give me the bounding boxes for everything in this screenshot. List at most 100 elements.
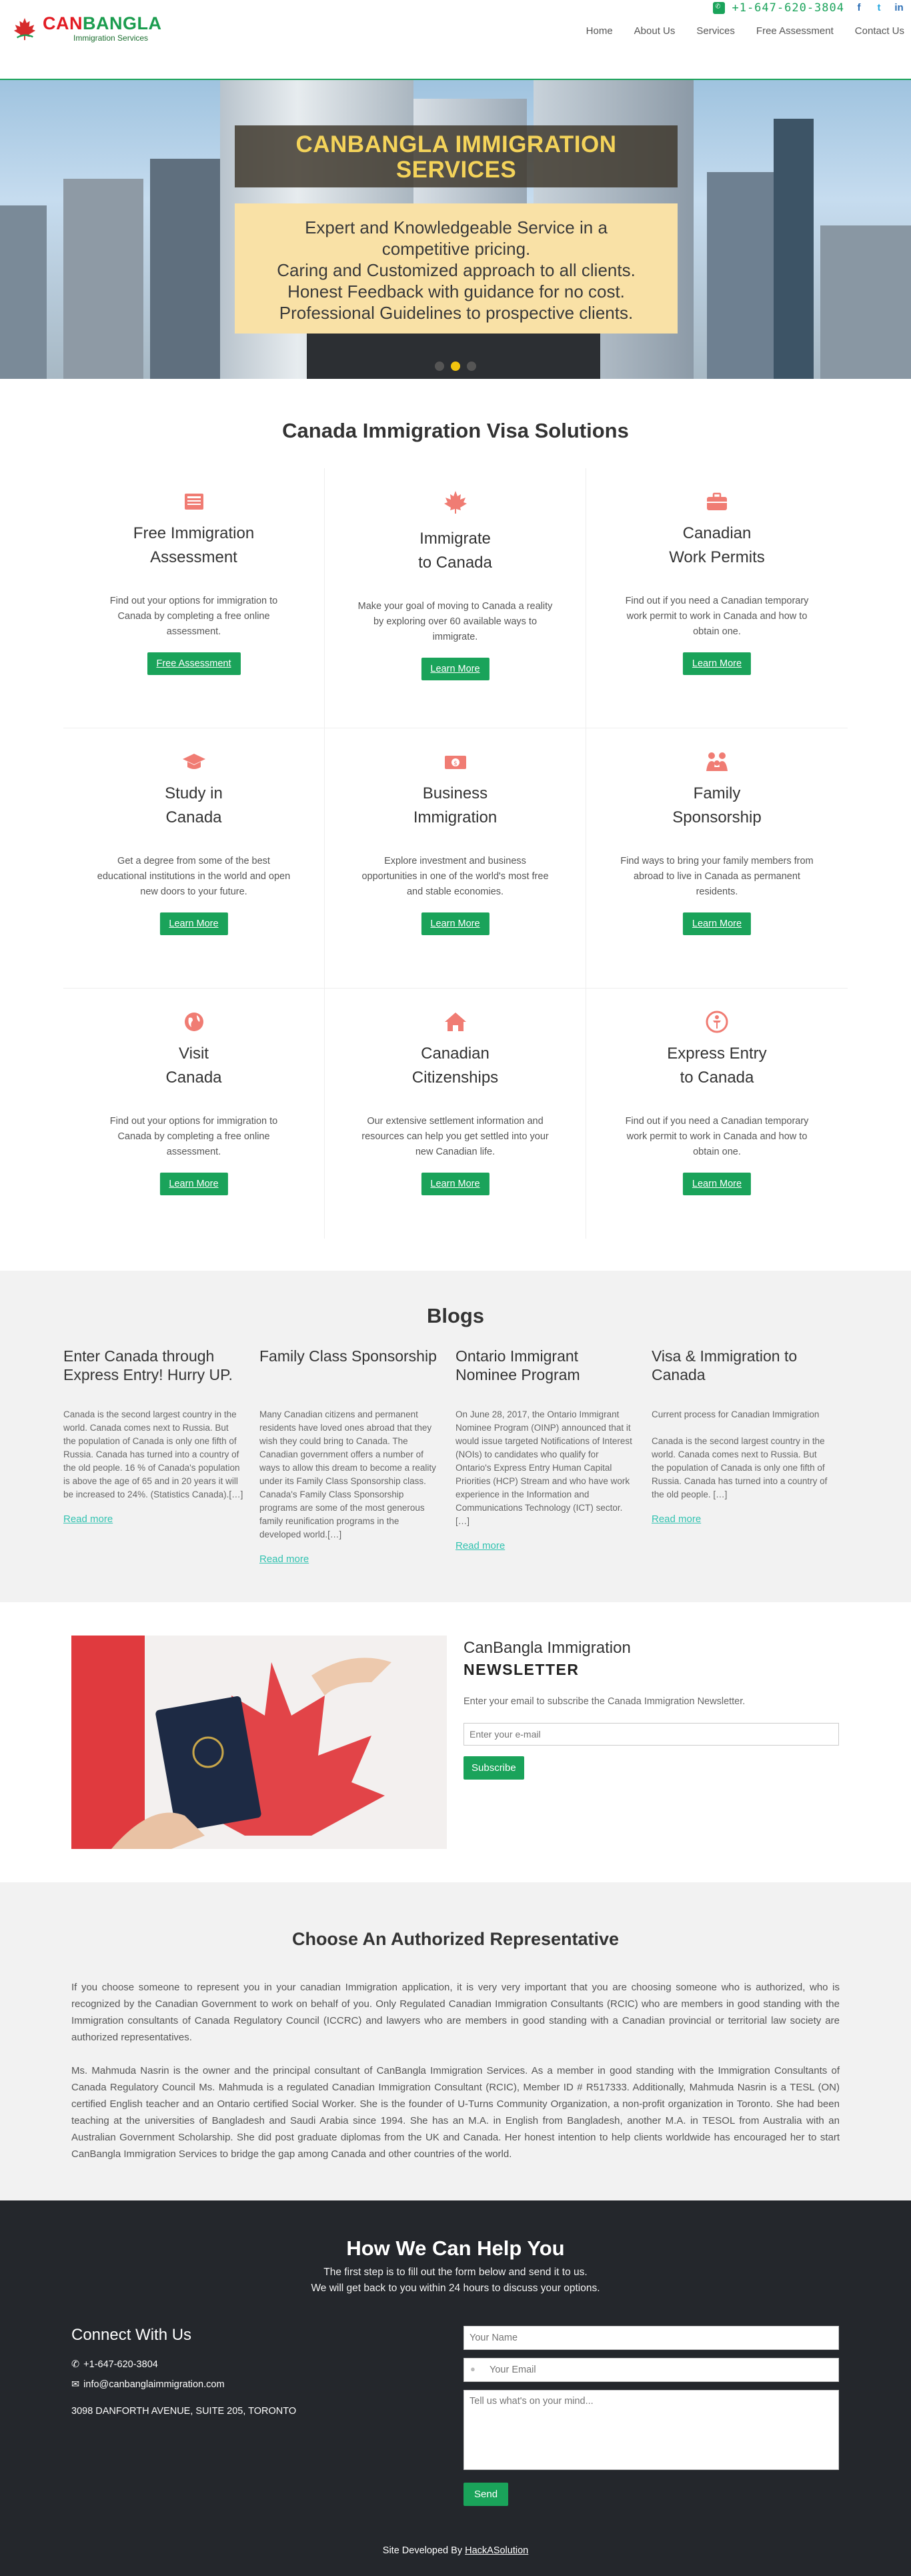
compass-icon <box>706 1011 728 1033</box>
message-textarea[interactable] <box>464 2390 839 2470</box>
email-input[interactable] <box>464 2358 839 2382</box>
hero-line: Professional Guidelines to prospective c… <box>279 303 634 323</box>
card-title-line-1: Immigrate <box>419 530 491 548</box>
facebook-icon[interactable]: f <box>854 3 864 13</box>
card-title[interactable]: Canadian Work Permits <box>586 522 848 570</box>
blog-title[interactable]: Enter Canada through Express Entry! Hurr… <box>63 1347 243 1408</box>
read-more-link[interactable]: Read more <box>259 1553 439 1565</box>
blog-excerpt: Many Canadian citizens and permanent res… <box>259 1409 436 1539</box>
card-description: Find out if you need a Canadian temporar… <box>625 1116 809 1157</box>
card-title[interactable]: Family Sponsorship <box>586 782 848 830</box>
card-button[interactable]: Learn More <box>421 1173 490 1195</box>
service-card: Canadian Work Permits Find out if you need… <box>586 468 848 728</box>
twitter-icon[interactable]: t <box>874 3 884 13</box>
representative-body: If you choose someone to represent you i… <box>71 1979 840 2162</box>
hero-line: Caring and Customized approach to all cl… <box>277 260 636 280</box>
hero-line: Honest Feedback with guidance for no cos… <box>287 281 625 301</box>
card-button[interactable]: Free Assessment <box>147 652 241 675</box>
slider-dot[interactable] <box>435 362 444 371</box>
service-card: $ Business Immigration Explore investment a… <box>325 728 586 989</box>
card-button[interactable]: Learn More <box>682 912 752 935</box>
top-phone[interactable]: +1-647-620-3804 <box>713 1 844 15</box>
contact-section: How We Can Help You The first step is to… <box>0 2200 911 2576</box>
newsletter-title: NEWSLETTER <box>464 1661 580 1678</box>
credit-prefix: Site Developed By <box>382 2545 463 2556</box>
building-image <box>707 172 774 379</box>
nav-contact-us[interactable]: Contact Us <box>855 25 904 37</box>
nav-home[interactable]: Home <box>586 25 613 37</box>
blog-list: Enter Canada through Express Entry! Hurr… <box>63 1347 848 1565</box>
representative-paragraph: Ms. Mahmuda Nasrin is the owner and the … <box>71 2065 840 2160</box>
blog-title[interactable]: Ontario Immigrant Nominee Program <box>455 1347 636 1408</box>
card-button[interactable]: Learn More <box>159 912 228 935</box>
newsletter-email-input[interactable] <box>464 1723 839 1746</box>
blog-card: Ontario Immigrant Nominee Program On Jun… <box>455 1347 652 1565</box>
card-description: Find ways to bring your family members f… <box>620 856 814 897</box>
card-title[interactable]: Business Immigration <box>325 782 586 830</box>
building-image <box>774 119 814 379</box>
card-title[interactable]: Visit Canada <box>63 1042 324 1090</box>
read-more-link[interactable]: Read more <box>455 1540 636 1551</box>
subscribe-button[interactable]: Subscribe <box>464 1756 524 1780</box>
card-title-line-2: Canada <box>165 1069 222 1087</box>
read-more-link[interactable]: Read more <box>652 1513 832 1525</box>
blogs-title: Blogs <box>426 1304 485 1327</box>
blog-title[interactable]: Family Class Sponsorship <box>259 1347 439 1408</box>
read-more-link[interactable]: Read more <box>63 1513 243 1525</box>
contact-email[interactable]: ✉ info@canbanglaimmigration.com <box>71 2379 296 2390</box>
card-description: Our extensive settlement information and… <box>361 1116 549 1157</box>
service-card: Family Sponsorship Find ways to bring your… <box>586 728 848 989</box>
hero-text-box: Expert and Knowledgeable Service in a co… <box>235 203 678 334</box>
send-button[interactable]: Send <box>464 2483 509 2506</box>
globe-icon <box>185 1013 203 1031</box>
blog-title[interactable]: Visa & Immigration to Canada <box>652 1347 832 1408</box>
building-image <box>0 205 47 379</box>
brand-part-bangla: BANGLA <box>83 13 162 33</box>
authorized-representative-section: Choose An Authorized Representative If y… <box>0 1882 911 2200</box>
credit-link[interactable]: HackASolution <box>465 2545 528 2556</box>
slider-dot[interactable] <box>467 362 476 371</box>
card-title-line-2: Canada <box>165 808 222 826</box>
card-title-line-1: Study in <box>165 784 223 802</box>
phone-icon: ✆ <box>71 2359 80 2370</box>
graduation-cap-icon <box>183 754 205 769</box>
hero-line: Expert and Knowledgeable Service in a <box>305 217 608 237</box>
card-title-line-1: Express Entry <box>667 1045 767 1063</box>
card-title[interactable]: Free Immigration Assessment <box>63 522 324 570</box>
top-contact: +1-647-620-3804 f t in <box>713 1 904 15</box>
card-button[interactable]: Learn More <box>421 912 490 935</box>
card-button[interactable]: Learn More <box>421 658 490 680</box>
card-title[interactable]: Canadian Citizenships <box>325 1042 586 1090</box>
building-image <box>820 225 911 379</box>
card-title-line-2: Work Permits <box>669 548 765 566</box>
linkedin-icon[interactable]: in <box>894 3 904 13</box>
briefcase-icon <box>707 492 727 510</box>
card-button[interactable]: Learn More <box>682 1173 752 1195</box>
card-title[interactable]: Express Entry to Canada <box>586 1042 848 1090</box>
hero-title-line-2: SERVICES <box>395 157 517 183</box>
card-title[interactable]: Immigrate to Canada <box>325 527 586 575</box>
card-title-line-2: Immigration <box>413 808 498 826</box>
service-card: Canadian Citizenships Our extensive settle… <box>325 989 586 1239</box>
user-icon: ● <box>470 2364 476 2374</box>
card-title-line-2: Sponsorship <box>672 808 762 826</box>
card-description: Find out your options for immigration to… <box>109 1116 278 1157</box>
newsletter-description: Enter your email to subscribe the Canada… <box>464 1696 746 1707</box>
nav-free-assessment[interactable]: Free Assessment <box>756 25 834 37</box>
brand-part-can: CAN <box>43 13 83 33</box>
card-description: Make your goal of moving to Canada a rea… <box>357 601 553 642</box>
phone-icon <box>713 1 726 14</box>
name-input[interactable] <box>464 2326 839 2350</box>
contact-phone[interactable]: ✆ +1-647-620-3804 <box>71 2359 296 2370</box>
connect-with-us: Connect With Us ✆ +1-647-620-3804 ✉ info… <box>71 2326 296 2417</box>
passport-image <box>71 1636 447 1849</box>
card-button[interactable]: Learn More <box>682 652 752 675</box>
blog-card: Family Class Sponsorship Many Canadian c… <box>259 1347 455 1565</box>
slider-dot-active[interactable] <box>451 362 460 371</box>
card-title[interactable]: Study in Canada <box>63 782 324 830</box>
nav-services[interactable]: Services <box>696 25 735 37</box>
card-button[interactable]: Learn More <box>159 1173 228 1195</box>
logo[interactable]: CANBANGLA Immigration Services <box>12 15 162 42</box>
hero-title-box: CANBANGLA IMMIGRATION SERVICES <box>235 125 678 187</box>
nav-about-us[interactable]: About Us <box>634 25 676 37</box>
